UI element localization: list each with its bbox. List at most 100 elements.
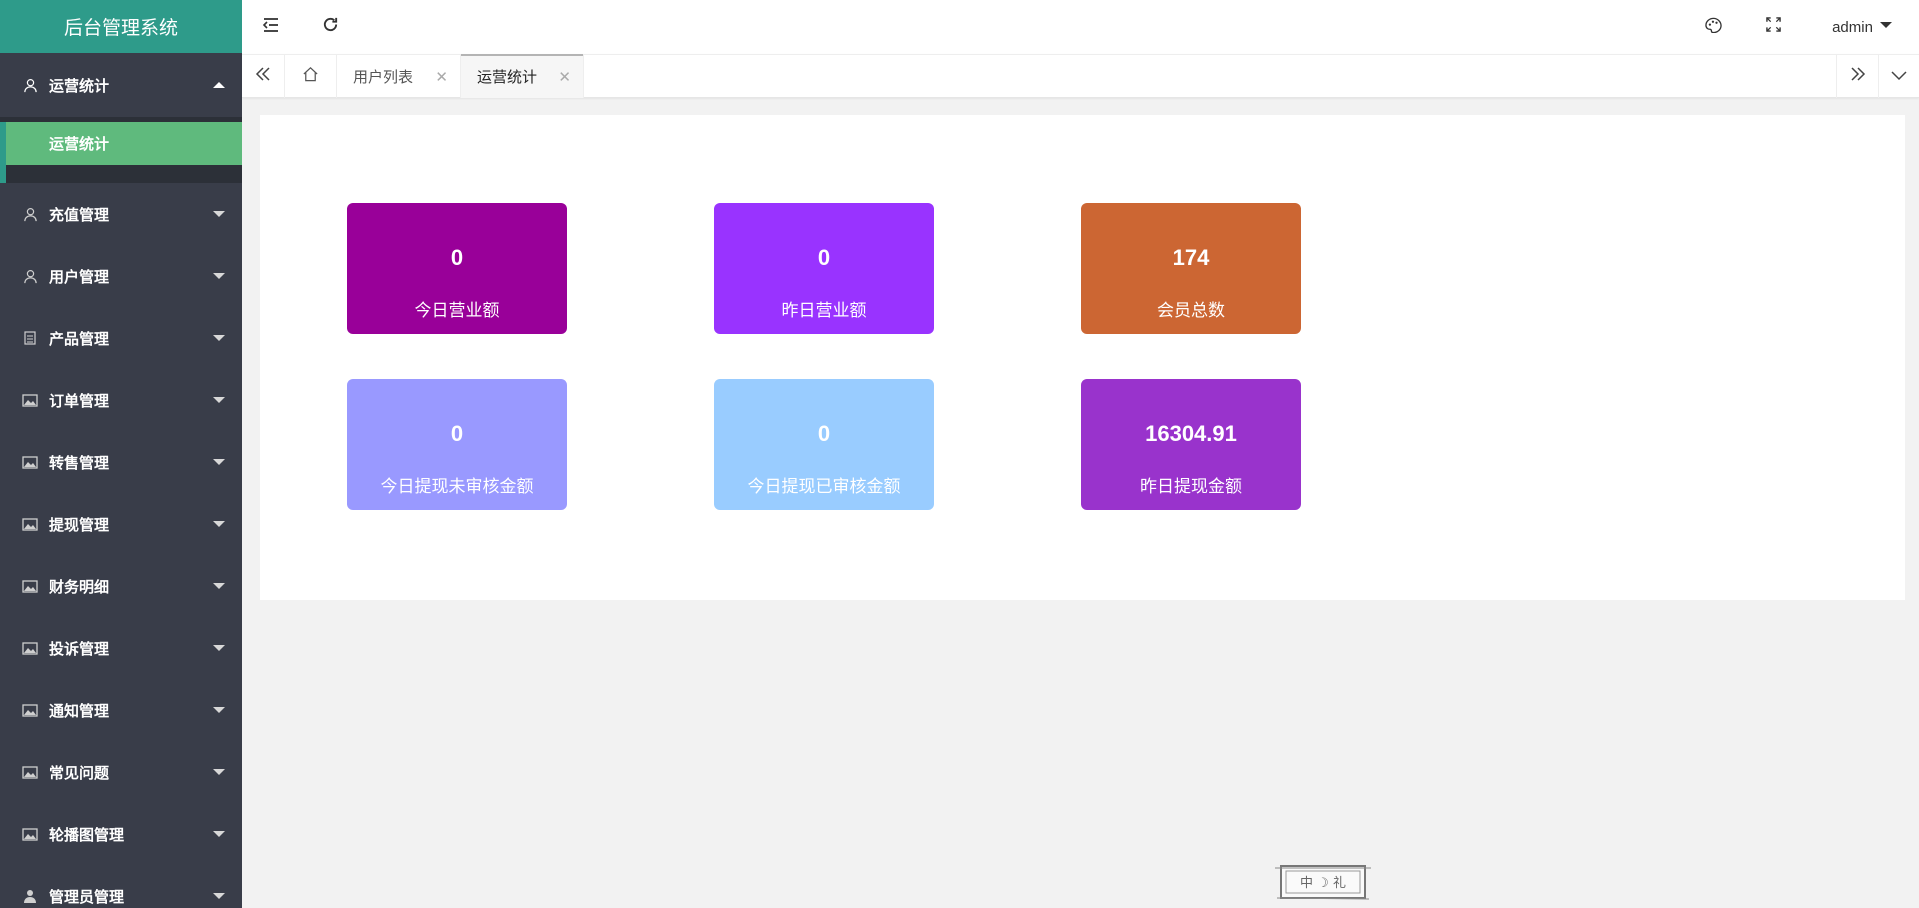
sidebar-item-operations-stats[interactable]: 运营统计: [0, 53, 242, 117]
tab-label: 用户列表: [353, 69, 414, 86]
stat-label: 昨日提现金额: [1140, 477, 1242, 496]
sidebar: 后台管理系统 运营统计 运营统计 充值管理 用户管理 产品管理 订单管理 转售管…: [0, 0, 242, 908]
chevron-down-icon: [213, 211, 225, 217]
stat-value: 174: [1172, 245, 1210, 270]
app-title: 后台管理系统: [63, 18, 178, 39]
close-icon[interactable]: ✕: [435, 68, 448, 86]
active-tab-indicator: [461, 54, 583, 56]
sidebar-item-label: 转售管理: [49, 454, 110, 472]
sidebar-item-label: 充值管理: [49, 206, 110, 224]
sidebar-item-label: 投诉管理: [49, 640, 110, 658]
sidebar-submenu: 运营统计: [0, 117, 242, 183]
sidebar-item-recharge[interactable]: 充值管理: [0, 183, 242, 245]
image-icon: [22, 392, 38, 408]
sidebar-item-label: 管理员管理: [49, 888, 125, 906]
stamp-text: 中 ☽ 礼: [1300, 875, 1346, 891]
theme-button[interactable]: [1685, 0, 1741, 54]
sidebar-item-faq[interactable]: 常见问题: [0, 741, 242, 803]
fullscreen-icon: [1765, 17, 1781, 37]
image-icon: [22, 516, 38, 532]
sidebar-item-products[interactable]: 产品管理: [0, 307, 242, 369]
sidebar-item-finance[interactable]: 财务明细: [0, 555, 242, 617]
tab-label: 运营统计: [477, 69, 538, 86]
sidebar-item-admins[interactable]: 管理员管理: [0, 865, 242, 908]
chevron-down-icon: [213, 831, 225, 837]
image-icon: [22, 454, 38, 470]
caret-down-icon: [1879, 22, 1892, 28]
sidebar-subitem-operations-stats[interactable]: 运营统计: [6, 122, 242, 165]
document-icon: [22, 330, 38, 346]
stat-value: 0: [817, 421, 831, 446]
user-icon: [22, 268, 38, 284]
user-name: admin: [1832, 18, 1873, 36]
stat-card-yesterday-withdrawals: 16304.91 昨日提现金额: [1081, 379, 1301, 510]
sidebar-item-label: 财务明细: [49, 578, 110, 596]
chevron-down-icon: [213, 459, 225, 465]
active-indicator: [0, 122, 6, 183]
tabs-prev-button[interactable]: [242, 55, 285, 98]
image-icon: [22, 578, 38, 594]
stat-label: 会员总数: [1157, 301, 1225, 320]
refresh-icon: [322, 16, 339, 38]
chevron-down-icon: [213, 645, 225, 651]
double-chevron-left-icon: [255, 66, 271, 87]
sidebar-item-users[interactable]: 用户管理: [0, 245, 242, 307]
sidebar-item-label: 轮播图管理: [49, 826, 125, 844]
stat-card-pending-withdrawals: 0 今日提现未审核金额: [347, 379, 567, 510]
chevron-down-icon: [213, 335, 225, 341]
chevron-down-icon: [213, 707, 225, 713]
image-icon: [22, 764, 38, 780]
image-icon: [22, 640, 38, 656]
double-chevron-right-icon: [1850, 66, 1866, 87]
menu-toggle-button[interactable]: [242, 0, 299, 54]
sidebar-item-notifications[interactable]: 通知管理: [0, 679, 242, 741]
sidebar-item-carousel[interactable]: 轮播图管理: [0, 803, 242, 865]
stat-card-today-revenue: 0 今日营业额: [347, 203, 567, 334]
stat-card-total-members: 174 会员总数: [1081, 203, 1301, 334]
sidebar-item-label: 通知管理: [49, 702, 110, 720]
sidebar-item-withdrawals[interactable]: 提现管理: [0, 493, 242, 555]
stat-card-yesterday-revenue: 0 昨日营业额: [714, 203, 934, 334]
stat-label: 今日提现已审核金额: [747, 477, 901, 496]
sidebar-item-label: 常见问题: [49, 764, 110, 782]
stat-label: 今日营业额: [414, 301, 500, 320]
stat-value: 0: [450, 421, 464, 446]
fullscreen-button[interactable]: [1741, 0, 1805, 54]
sidebar-item-label: 提现管理: [49, 516, 110, 534]
stat-value: 0: [450, 245, 464, 270]
close-icon[interactable]: ✕: [558, 68, 571, 86]
home-tab[interactable]: [285, 55, 337, 98]
sidebar-item-label: 产品管理: [49, 330, 110, 348]
refresh-button[interactable]: [299, 0, 361, 54]
stat-card-approved-withdrawals: 0 今日提现已审核金额: [714, 379, 934, 510]
seal-stamp: 中 ☽ 礼: [1273, 862, 1373, 904]
chevron-down-icon: [213, 397, 225, 403]
tabs-dropdown-button[interactable]: [1879, 55, 1919, 98]
sidebar-item-label: 订单管理: [49, 392, 110, 410]
tab-operations-stats[interactable]: 运营统计 ✕: [461, 54, 584, 98]
sidebar-item-label: 运营统计: [49, 77, 110, 95]
tab-user-list[interactable]: 用户列表 ✕: [337, 55, 461, 98]
user-icon: [22, 206, 38, 222]
tabs-bar: 用户列表 ✕ 运营统计 ✕: [242, 54, 1919, 98]
stat-value: 16304.91: [1145, 421, 1237, 446]
sidebar-item-orders[interactable]: 订单管理: [0, 369, 242, 431]
image-icon: [22, 702, 38, 718]
chevron-down-icon: [213, 769, 225, 775]
image-icon: [22, 826, 38, 842]
stat-value: 0: [817, 245, 831, 270]
sidebar-item-complaints[interactable]: 投诉管理: [0, 617, 242, 679]
chevron-down-icon: [213, 521, 225, 527]
sidebar-item-resale[interactable]: 转售管理: [0, 431, 242, 493]
user-icon: [22, 77, 38, 93]
palette-icon: [1704, 17, 1722, 38]
chevron-down-icon: [213, 893, 225, 899]
user-menu[interactable]: admin: [1805, 0, 1919, 54]
sidebar-item-label: 用户管理: [49, 268, 110, 286]
sidebar-subitem-label: 运营统计: [49, 136, 110, 153]
app-logo[interactable]: 后台管理系统: [0, 0, 242, 53]
stat-label: 今日提现未审核金额: [380, 477, 534, 496]
chevron-down-icon: [213, 273, 225, 279]
tabs-next-button[interactable]: [1836, 55, 1879, 98]
stat-label: 昨日营业额: [781, 301, 867, 320]
